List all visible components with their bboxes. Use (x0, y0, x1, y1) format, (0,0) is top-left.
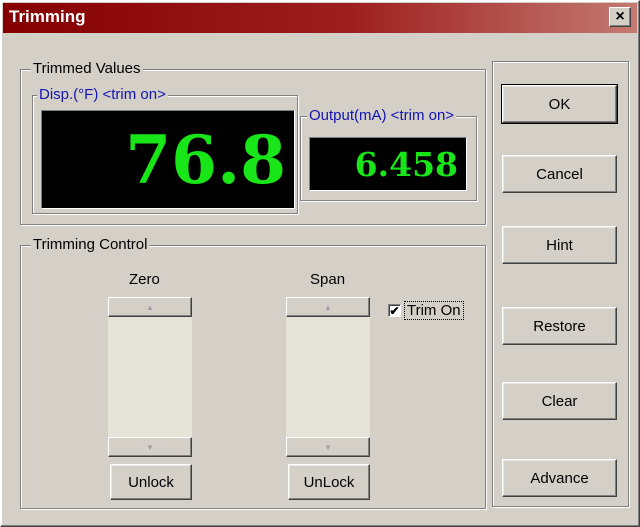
title-bar[interactable]: Trimming × (3, 3, 637, 33)
span-scroll-down-button[interactable]: ▼ (286, 437, 370, 457)
trimmed-values-group: Trimmed Values Disp.(°F) <trim on> 76.8 … (20, 60, 486, 225)
span-unlock-button[interactable]: UnLock (288, 464, 370, 500)
display-value: 76.8 (125, 121, 286, 199)
scroll-up-arrow-icon: ▲ (324, 302, 332, 312)
restore-button[interactable]: Restore (502, 307, 617, 345)
trimming-control-legend: Trimming Control (31, 236, 150, 254)
scroll-down-arrow-icon: ▼ (324, 442, 332, 452)
output-value: 6.458 (354, 145, 458, 184)
span-label: Span (310, 271, 346, 288)
output-readout: 6.458 (309, 137, 467, 191)
close-icon: × (615, 8, 625, 25)
display-group: Disp.(°F) <trim on> 76.8 (32, 86, 298, 214)
trimming-control-group: Trimming Control (20, 236, 486, 509)
zero-scroll-track[interactable] (108, 317, 192, 437)
trimming-dialog: Trimming × Trimmed Values Disp.(°F) <tri… (0, 0, 640, 527)
window-title: Trimming (9, 7, 86, 26)
output-group: Output(mA) <trim on> 6.458 (300, 107, 477, 201)
scroll-down-arrow-icon: ▼ (146, 442, 154, 452)
zero-label: Zero (129, 271, 160, 288)
trim-on-checkbox[interactable]: ✔ (388, 304, 401, 317)
close-button[interactable]: × (609, 7, 631, 27)
advance-button[interactable]: Advance (502, 459, 617, 497)
zero-scroll-up-button[interactable]: ▲ (108, 297, 192, 317)
ok-button[interactable]: OK (501, 84, 618, 124)
span-scroll-up-button[interactable]: ▲ (286, 297, 370, 317)
cancel-button[interactable]: Cancel (502, 155, 617, 193)
scroll-up-arrow-icon: ▲ (146, 302, 154, 312)
trimmed-values-legend: Trimmed Values (31, 60, 143, 78)
display-readout: 76.8 (41, 110, 295, 209)
zero-unlock-button[interactable]: Unlock (110, 464, 192, 500)
hint-button[interactable]: Hint (502, 226, 617, 264)
display-legend: Disp.(°F) <trim on> (37, 86, 168, 104)
trim-on-label[interactable]: Trim On (404, 301, 464, 320)
check-mark-icon: ✔ (389, 303, 400, 318)
output-legend: Output(mA) <trim on> (307, 107, 457, 125)
action-buttons-group (492, 61, 629, 507)
span-scroll-track[interactable] (286, 317, 370, 437)
clear-button[interactable]: Clear (502, 382, 617, 420)
zero-scroll-down-button[interactable]: ▼ (108, 437, 192, 457)
